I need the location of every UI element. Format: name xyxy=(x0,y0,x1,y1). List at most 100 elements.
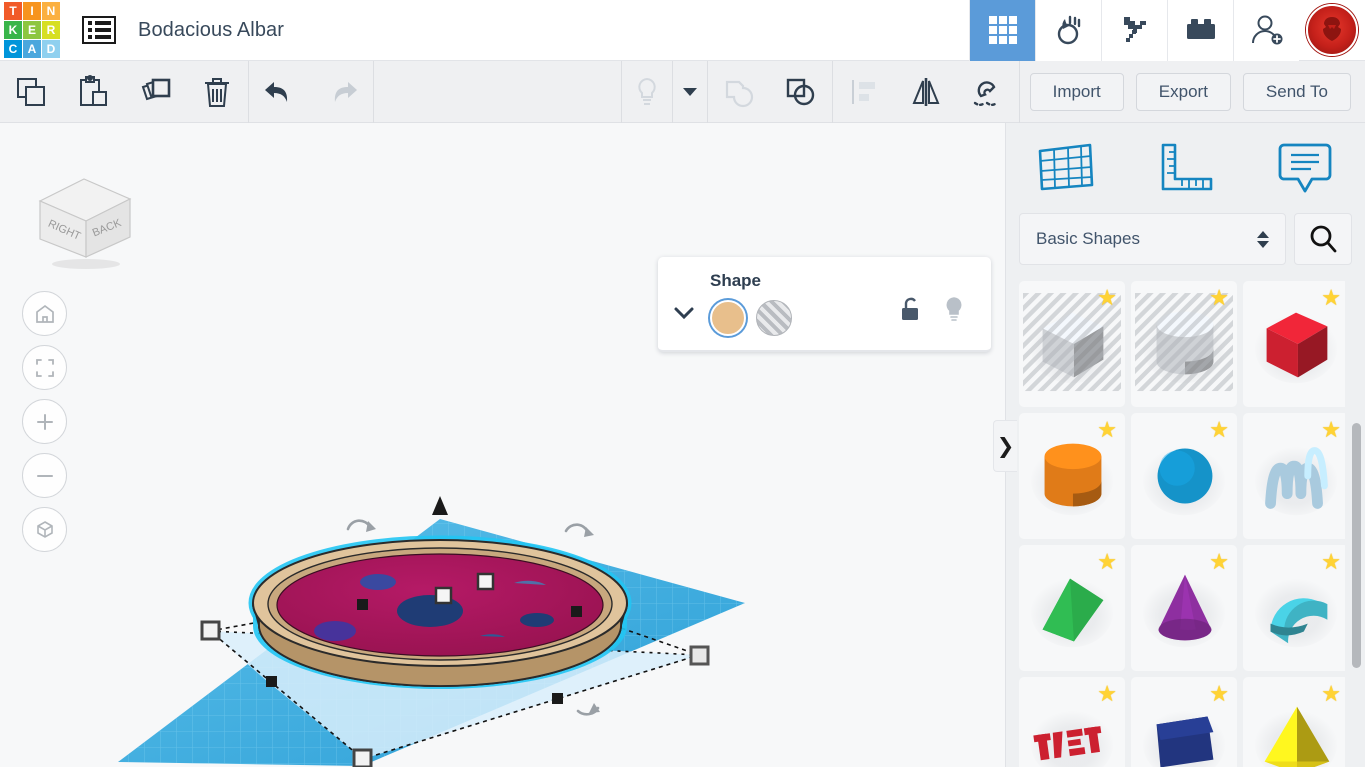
view-nav-buttons xyxy=(22,291,67,552)
star-icon[interactable]: ★ xyxy=(1097,287,1117,309)
delete-button[interactable] xyxy=(186,61,248,123)
send-to-button[interactable]: Send To xyxy=(1242,72,1351,111)
align-button[interactable] xyxy=(833,61,895,123)
toolbar-divider xyxy=(1018,60,1020,123)
scrollbar-thumb[interactable] xyxy=(1352,423,1361,668)
berry xyxy=(314,621,356,641)
header-icon-group xyxy=(969,0,1365,61)
ruler-tab[interactable] xyxy=(1126,123,1246,211)
list-menu-icon[interactable] xyxy=(82,16,116,44)
3d-scene[interactable] xyxy=(0,123,1005,767)
copy-button[interactable] xyxy=(0,61,62,123)
group-button[interactable] xyxy=(708,61,770,123)
brick-icon[interactable] xyxy=(1167,0,1233,61)
shape-item-box[interactable]: ★ xyxy=(1243,281,1345,407)
hole-swatch[interactable] xyxy=(756,300,792,336)
duplicate-button[interactable] xyxy=(124,61,186,123)
grid-apps-icon[interactable] xyxy=(969,0,1035,61)
export-button[interactable]: Export xyxy=(1135,72,1231,111)
star-icon[interactable]: ★ xyxy=(1209,287,1229,309)
star-icon[interactable]: ★ xyxy=(1321,419,1341,441)
shape-properties-panel: Shape xyxy=(658,257,991,352)
page-title[interactable]: Bodacious Albar xyxy=(138,19,284,42)
shape-item-cylinder-hole[interactable]: ★ xyxy=(1131,281,1237,407)
shape-item-half-cylinder[interactable]: ★ xyxy=(1243,545,1345,671)
tinkercad-app: TINKERCAD Bodacious Albar Import Export … xyxy=(0,0,1365,767)
chevron-updown-icon xyxy=(1257,230,1269,248)
light-bulb-button[interactable] xyxy=(622,61,672,123)
add-user-icon[interactable] xyxy=(1233,0,1299,61)
star-icon[interactable]: ★ xyxy=(1097,683,1117,705)
shape-item-cone[interactable]: ★ xyxy=(1131,545,1237,671)
shape-category-select[interactable]: Basic Shapes xyxy=(1019,213,1286,265)
import-button[interactable]: Import xyxy=(1029,72,1124,111)
shapes-side-panel: Basic Shapes ★ ★ ★ ★ ★ ★ ★ ★ ★ ★ ★ ★ xyxy=(1005,123,1365,767)
star-icon[interactable]: ★ xyxy=(1321,551,1341,573)
shape-item-pyramid[interactable]: ★ xyxy=(1243,677,1345,767)
zoom-out-button[interactable] xyxy=(22,453,67,498)
paste-button[interactable] xyxy=(62,61,124,123)
shape-category-value: Basic Shapes xyxy=(1036,229,1140,248)
home-view-button[interactable] xyxy=(22,291,67,336)
main-toolbar: Import Export Send To xyxy=(0,60,1365,123)
star-icon[interactable]: ★ xyxy=(1321,287,1341,309)
light-bulb-icon[interactable] xyxy=(943,296,965,327)
fit-view-button[interactable] xyxy=(22,345,67,390)
search-shapes-button[interactable] xyxy=(1294,213,1352,265)
shape-panel-toggles xyxy=(899,280,991,327)
shape-item-cylinder[interactable]: ★ xyxy=(1019,413,1125,539)
history-tool-group xyxy=(249,61,373,123)
logo-tile-t: T xyxy=(4,2,22,20)
shape-library-grid[interactable]: ★ ★ ★ ★ ★ ★ ★ ★ ★ ★ ★ ★ xyxy=(1019,281,1345,767)
panel-collapse-handle[interactable]: ❯ xyxy=(993,420,1017,472)
note-tab[interactable] xyxy=(1245,123,1365,211)
circuits-icon[interactable] xyxy=(1035,0,1101,61)
logo-tile-n: N xyxy=(42,2,60,20)
logo-tile-c: C xyxy=(4,40,22,58)
shape-panel-body: Shape xyxy=(710,271,899,336)
shape-panel-scrollbar[interactable] xyxy=(1352,283,1361,767)
edit-tool-group xyxy=(0,61,248,123)
star-icon[interactable]: ★ xyxy=(1321,683,1341,705)
mirror-button[interactable] xyxy=(895,61,957,123)
solid-swatch[interactable] xyxy=(710,300,746,336)
star-icon[interactable]: ★ xyxy=(1209,683,1229,705)
light-tool-group xyxy=(622,60,707,123)
magnet-button[interactable] xyxy=(957,61,1019,123)
shape-item-sphere[interactable]: ★ xyxy=(1131,413,1237,539)
chevron-down-icon[interactable] xyxy=(658,287,710,321)
star-icon[interactable]: ★ xyxy=(1209,419,1229,441)
shape-item-paraboloid[interactable]: ★ xyxy=(1131,677,1237,767)
shape-item-scribble[interactable]: ★ xyxy=(1243,413,1345,539)
design-canvas[interactable]: RIGHT BACK Shape xyxy=(0,123,1005,767)
panel-tool-tabs xyxy=(1006,123,1365,211)
star-icon[interactable]: ★ xyxy=(1097,419,1117,441)
light-dropdown-caret[interactable] xyxy=(673,61,707,123)
arrange-tool-group xyxy=(833,61,1019,123)
logo-tile-e: E xyxy=(23,21,41,39)
star-icon[interactable]: ★ xyxy=(1097,551,1117,573)
tinkercad-logo[interactable]: TIN KER CAD xyxy=(4,2,60,58)
shape-search-row: Basic Shapes xyxy=(1006,213,1365,265)
shape-item-roof[interactable]: ★ xyxy=(1019,545,1125,671)
shape-item-text[interactable]: ★ xyxy=(1019,677,1125,767)
berry xyxy=(360,574,396,590)
shape-panel-title: Shape xyxy=(710,271,762,290)
redo-button[interactable] xyxy=(311,61,373,123)
avatar[interactable] xyxy=(1306,4,1358,56)
perspective-toggle-button[interactable] xyxy=(22,507,67,552)
pickaxe-icon[interactable] xyxy=(1101,0,1167,61)
view-cube[interactable]: RIGHT BACK xyxy=(26,161,142,271)
berry xyxy=(397,595,463,627)
unlock-icon[interactable] xyxy=(899,296,921,327)
height-handle[interactable] xyxy=(432,496,448,515)
toolbar-actions: Import Export Send To xyxy=(1029,72,1365,111)
zoom-in-button[interactable] xyxy=(22,399,67,444)
logo-tile-a: A xyxy=(23,40,41,58)
star-icon[interactable]: ★ xyxy=(1209,551,1229,573)
shape-swatches xyxy=(710,300,899,336)
shape-item-box-hole[interactable]: ★ xyxy=(1019,281,1125,407)
ungroup-button[interactable] xyxy=(770,61,832,123)
undo-button[interactable] xyxy=(249,61,311,123)
workplane-tab[interactable] xyxy=(1006,123,1126,211)
